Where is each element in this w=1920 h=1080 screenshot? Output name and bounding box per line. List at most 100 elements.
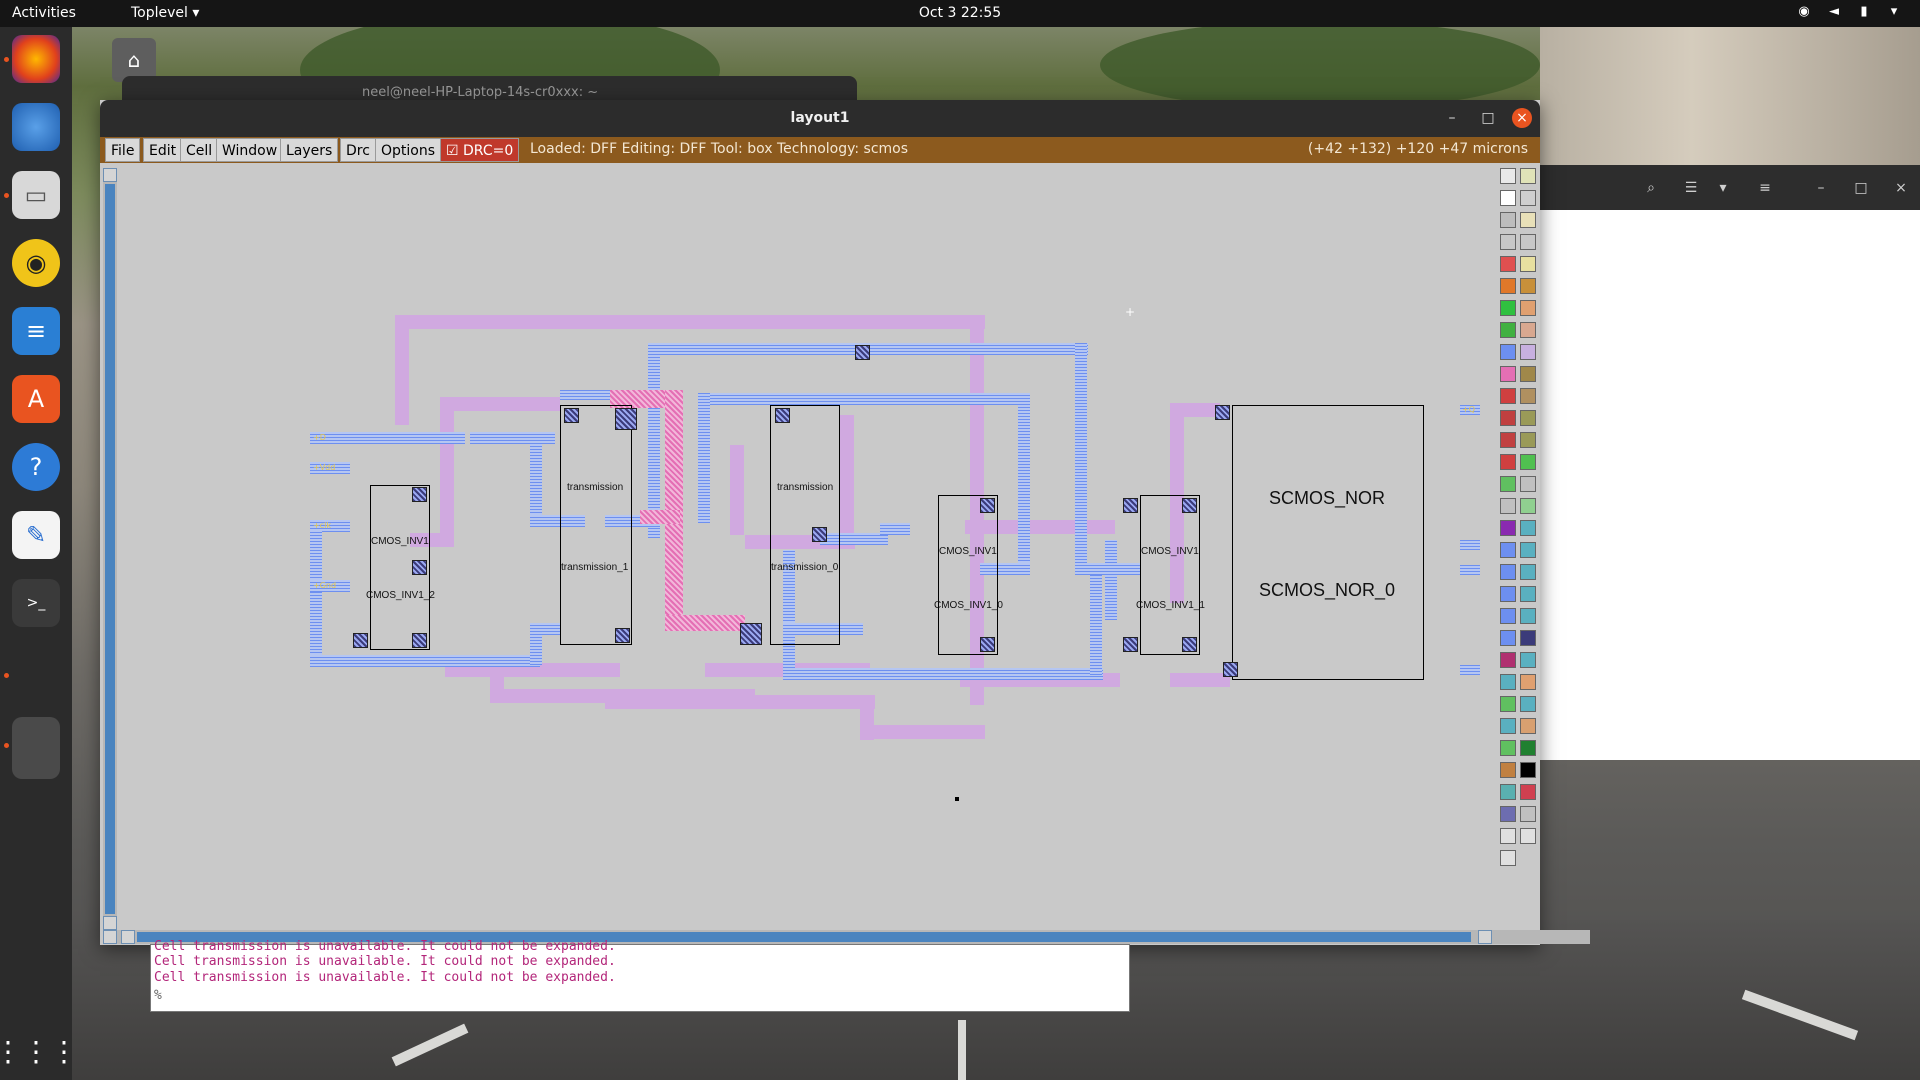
command-console[interactable]: Cell transmission is unavailable. It cou…: [150, 939, 1130, 1012]
chevron-down-icon[interactable]: ▾: [1710, 175, 1736, 201]
zoom-button[interactable]: [103, 930, 117, 944]
system-tray[interactable]: ◉ ◄ ▮ ▾: [1796, 4, 1902, 20]
layer-swatch[interactable]: [1500, 344, 1516, 360]
layer-swatch[interactable]: [1520, 586, 1536, 602]
layer-swatch[interactable]: [1520, 278, 1536, 294]
menu-window[interactable]: Window: [216, 138, 284, 162]
layer-swatch[interactable]: [1520, 542, 1536, 558]
layer-swatch[interactable]: [1520, 520, 1536, 536]
layer-swatch[interactable]: [1500, 476, 1516, 492]
layer-swatch[interactable]: [1520, 564, 1536, 580]
files-icon[interactable]: ▭: [12, 171, 60, 219]
layer-swatch[interactable]: [1500, 718, 1516, 734]
layer-swatch[interactable]: [1500, 828, 1516, 844]
layer-swatch[interactable]: [1500, 168, 1516, 184]
menu-layers[interactable]: Layers: [280, 138, 339, 162]
menu-cell[interactable]: Cell: [180, 138, 219, 162]
drc-toggle[interactable]: ☑ DRC=0: [440, 138, 520, 162]
layer-swatch[interactable]: [1500, 322, 1516, 338]
scroll-down-button[interactable]: [103, 916, 117, 930]
layer-swatch[interactable]: [1520, 410, 1536, 426]
layer-swatch[interactable]: [1500, 564, 1516, 580]
layer-swatch[interactable]: [1500, 300, 1516, 316]
layer-swatch[interactable]: [1500, 454, 1516, 470]
text-editor-icon[interactable]: ✎: [12, 511, 60, 559]
maximize-button[interactable]: □: [1478, 108, 1498, 128]
layer-swatch[interactable]: [1520, 168, 1536, 184]
layer-swatch[interactable]: [1520, 652, 1536, 668]
minimize-button[interactable]: –: [1442, 108, 1462, 128]
layout-canvas[interactable]: CMOS_INV1 CMOS_INV1_2 transmission trans…: [120, 165, 1495, 930]
layer-swatch[interactable]: [1500, 652, 1516, 668]
layer-swatch[interactable]: [1500, 696, 1516, 712]
layer-swatch[interactable]: [1500, 806, 1516, 822]
list-view-icon[interactable]: ☰: [1678, 175, 1704, 201]
layer-swatch[interactable]: [1500, 520, 1516, 536]
layer-swatch[interactable]: [1520, 234, 1536, 250]
layer-swatch[interactable]: [1500, 784, 1516, 800]
cell-transmission-1[interactable]: transmission transmission_1: [560, 405, 632, 645]
menu-drc[interactable]: Drc: [340, 138, 376, 162]
layer-swatch[interactable]: [1520, 630, 1536, 646]
close-icon[interactable]: ×: [1888, 175, 1914, 201]
layer-swatch[interactable]: [1520, 762, 1536, 778]
firefox-icon[interactable]: [12, 35, 60, 83]
writer-icon[interactable]: ≡: [12, 307, 60, 355]
layer-swatch[interactable]: [1520, 476, 1536, 492]
layer-swatch[interactable]: [1520, 806, 1536, 822]
background-files-window[interactable]: ⌕ ☰ ▾ ≡ – □ ×: [1538, 165, 1920, 760]
cell-scmos-nor-0[interactable]: SCMOS_NOR SCMOS_NOR_0: [1232, 405, 1424, 680]
layer-swatch[interactable]: [1500, 410, 1516, 426]
layer-swatch[interactable]: [1520, 432, 1536, 448]
layer-swatch[interactable]: [1520, 674, 1536, 690]
cell-cmos-inv1-1[interactable]: CMOS_INV1 CMOS_INV1_1: [1136, 495, 1205, 655]
layer-swatch[interactable]: [1500, 234, 1516, 250]
layer-swatch[interactable]: [1520, 740, 1536, 756]
layer-swatch[interactable]: [1500, 388, 1516, 404]
clock[interactable]: Oct 3 22:55: [0, 5, 1920, 21]
blank-app-icon[interactable]: [12, 717, 60, 779]
menu-options[interactable]: Options: [375, 138, 442, 162]
layer-swatch[interactable]: [1520, 828, 1536, 844]
search-icon[interactable]: ⌕: [1638, 175, 1664, 201]
window-titlebar[interactable]: layout1 – □ ×: [100, 100, 1540, 137]
cell-cmos-inv1-0[interactable]: CMOS_INV1 CMOS_INV1_0: [934, 495, 1003, 655]
rhythmbox-icon[interactable]: ◉: [12, 239, 60, 287]
layer-swatch[interactable]: [1500, 542, 1516, 558]
layer-swatch[interactable]: [1500, 740, 1516, 756]
layer-swatch[interactable]: [1520, 784, 1536, 800]
layer-swatch[interactable]: [1500, 850, 1516, 866]
menu-edit[interactable]: Edit: [143, 138, 183, 162]
layer-swatch[interactable]: [1520, 718, 1536, 734]
layer-swatch[interactable]: [1520, 212, 1536, 228]
layer-swatch[interactable]: [1500, 498, 1516, 514]
layer-swatch[interactable]: [1520, 366, 1536, 382]
layer-swatch[interactable]: [1500, 762, 1516, 778]
help-icon[interactable]: ?: [12, 443, 60, 491]
layer-swatch[interactable]: [1520, 696, 1536, 712]
layer-swatch[interactable]: [1520, 608, 1536, 624]
cell-transmission-0[interactable]: transmission transmission_0: [770, 405, 840, 645]
layer-swatch[interactable]: [1520, 322, 1536, 338]
layer-swatch[interactable]: [1500, 608, 1516, 624]
layer-swatch[interactable]: [1500, 278, 1516, 294]
maximize-icon[interactable]: □: [1848, 175, 1874, 201]
layer-swatch[interactable]: [1500, 190, 1516, 206]
layer-swatch[interactable]: [1500, 674, 1516, 690]
layer-swatch[interactable]: [1500, 256, 1516, 272]
scroll-up-button[interactable]: [103, 168, 117, 182]
thunderbird-icon[interactable]: [12, 103, 60, 151]
layer-swatch[interactable]: [1520, 256, 1536, 272]
layer-swatch[interactable]: [1520, 388, 1536, 404]
software-icon[interactable]: A: [12, 375, 60, 423]
scroll-right-button[interactable]: [1478, 930, 1492, 944]
layer-swatch[interactable]: [1500, 630, 1516, 646]
vertical-scrollbar[interactable]: [103, 168, 117, 930]
layer-swatch[interactable]: [1520, 190, 1536, 206]
layer-swatch[interactable]: [1520, 344, 1536, 360]
layer-swatch[interactable]: [1520, 498, 1536, 514]
layer-swatch[interactable]: [1520, 300, 1536, 316]
scroll-left-button[interactable]: [121, 930, 135, 944]
layer-swatch[interactable]: [1520, 454, 1536, 470]
minimize-icon[interactable]: –: [1808, 175, 1834, 201]
